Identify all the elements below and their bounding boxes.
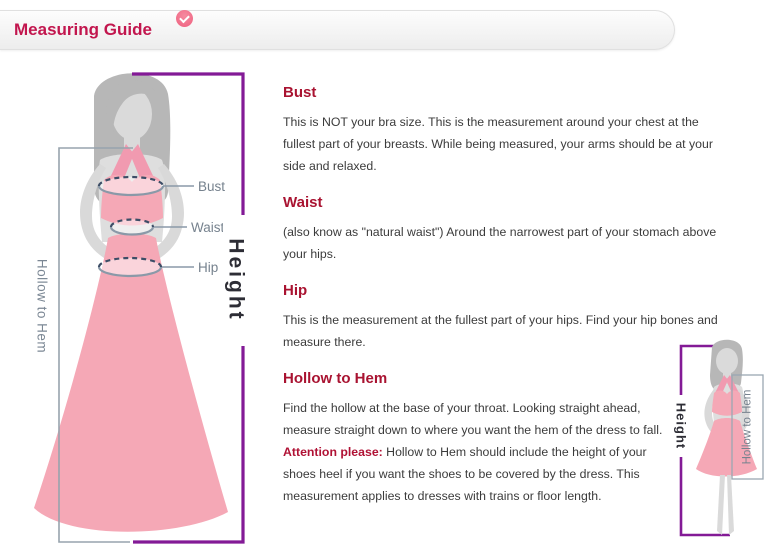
woman-figure bbox=[34, 73, 228, 532]
bust-heading: Bust bbox=[283, 84, 720, 101]
skirt bbox=[34, 234, 228, 532]
measuring-guide-page: Measuring Guide bbox=[0, 0, 778, 553]
bust-label: Bust bbox=[198, 179, 225, 194]
hip-heading: Hip bbox=[283, 282, 720, 299]
small-bodice bbox=[712, 390, 742, 415]
waist-heading: Waist bbox=[283, 194, 720, 211]
small-right-leg bbox=[727, 475, 734, 535]
bust-description: This is NOT your bra size. This is the m… bbox=[283, 111, 720, 177]
measuring-instructions: Bust This is NOT your bra size. This is … bbox=[283, 84, 720, 524]
hollow-to-hem-section: Hollow to Hem Find the hollow at the bas… bbox=[283, 370, 720, 507]
small-left-leg bbox=[717, 475, 725, 535]
bust-section: Bust This is NOT your bra size. This is … bbox=[283, 84, 720, 177]
hollow-to-hem-heading: Hollow to Hem bbox=[283, 370, 720, 387]
collapse-toggle-button[interactable] bbox=[176, 10, 193, 27]
hip-section: Hip This is the measurement at the fulle… bbox=[283, 282, 720, 353]
small-height-vertical-label: Height bbox=[674, 403, 689, 449]
small-dress-figure-svg: Height Hollow to Hem bbox=[660, 335, 778, 553]
header-bar: Measuring Guide bbox=[0, 10, 675, 50]
hollow-description-intro: Find the hollow at the base of your thro… bbox=[283, 401, 662, 437]
waist-section: Waist (also know as "natural waist") Aro… bbox=[283, 194, 720, 265]
chevron-down-icon bbox=[179, 12, 190, 23]
hollow-to-hem-description: Find the hollow at the base of your thro… bbox=[283, 397, 676, 507]
hip-description: This is the measurement at the fullest p… bbox=[283, 309, 720, 353]
waist-description: (also know as "natural waist") Around th… bbox=[283, 221, 720, 265]
height-vertical-label: Height bbox=[224, 238, 247, 321]
waist-label: Waist bbox=[191, 220, 224, 235]
main-dress-diagram: Bust Waist Hip Hollow to Hem Height bbox=[20, 60, 260, 550]
hollow-to-hem-vertical-label: Hollow to Hem bbox=[34, 259, 49, 353]
small-face bbox=[716, 348, 738, 374]
small-dress-diagram: Height Hollow to Hem bbox=[660, 335, 778, 553]
hip-label: Hip bbox=[198, 260, 218, 275]
small-hollow-to-hem-vertical-label: Hollow to Hem bbox=[742, 390, 754, 465]
attention-please-label: Attention please: bbox=[283, 445, 383, 459]
main-dress-figure-svg: Bust Waist Hip Hollow to Hem Height bbox=[20, 60, 260, 545]
page-title: Measuring Guide bbox=[14, 20, 152, 40]
